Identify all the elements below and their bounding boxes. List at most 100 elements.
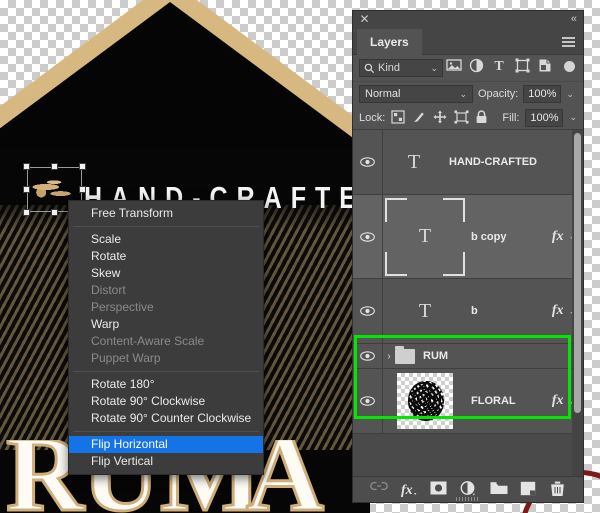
link-layers-icon[interactable] [369, 481, 388, 498]
layer-name-label[interactable]: HAND-CRAFTED [445, 156, 545, 168]
fill-input[interactable]: 100% [525, 108, 564, 127]
menu-item-distort: Distort [91, 283, 126, 297]
lock-artboard-nesting-icon[interactable] [454, 110, 469, 125]
layer-thumbnail[interactable]: T [383, 300, 467, 323]
panel-resize-grip[interactable] [456, 497, 480, 501]
transform-handle-nw[interactable] [23, 163, 30, 170]
smart-object-filter-icon[interactable] [538, 58, 558, 78]
menu-item-puppet-warp: Puppet Warp [91, 351, 161, 365]
menu-item-rotate[interactable]: Rotate [69, 248, 263, 265]
menu-item-rotate-90-ccw[interactable]: Rotate 90° Counter Clockwise [69, 410, 263, 427]
filter-kind-select[interactable]: Kind ⌄ [359, 59, 443, 77]
lock-position-icon[interactable] [433, 110, 448, 125]
opacity-label: Opacity: [478, 88, 519, 100]
delete-layer-icon[interactable] [550, 481, 567, 498]
menu-item-scale[interactable]: Scale [69, 231, 263, 248]
folder-icon [395, 345, 415, 364]
eye-icon [360, 351, 375, 361]
menu-item-free-transform[interactable]: Free Transform [69, 205, 263, 222]
collapse-panel-icon[interactable]: « [571, 13, 577, 26]
fill-chevron-down-icon[interactable]: ⌄ [569, 112, 577, 123]
chevron-down-icon: ⌄ [459, 88, 467, 99]
layer-thumbnail[interactable] [383, 373, 467, 429]
layer-row-floral[interactable]: FLORAL fx ⌄ [353, 369, 583, 434]
layer-name-label[interactable]: FLORAL [467, 395, 545, 407]
transform-handle-s[interactable] [51, 209, 58, 216]
transform-handle-ne[interactable] [79, 163, 86, 170]
blend-mode-select[interactable]: Normal ⌄ [359, 85, 473, 103]
layer-row-b[interactable]: T b fx ⌄ [353, 279, 583, 344]
eye-icon [360, 231, 375, 242]
chevron-down-icon: ⌄ [430, 62, 438, 73]
lock-all-icon[interactable] [475, 110, 490, 125]
layer-visibility-toggle[interactable] [353, 195, 383, 278]
layer-name-label[interactable]: b copy [467, 231, 545, 243]
layer-thumbnail[interactable]: T [383, 197, 467, 276]
transform-handle-sw[interactable] [23, 209, 30, 216]
add-layer-style-icon[interactable]: fx [400, 481, 417, 498]
menu-item-flip-vertical[interactable]: Flip Vertical [69, 453, 263, 470]
layer-style-fx-icon[interactable]: fx [552, 393, 564, 409]
floral-thumbnail-artwork [408, 381, 444, 421]
transform-context-menu[interactable]: Free Transform Scale Rotate Skew Distort… [68, 200, 264, 475]
menu-item-warp[interactable]: Warp [69, 316, 263, 333]
layer-filter-row: Kind ⌄ T [353, 55, 583, 82]
transform-handle-e[interactable] [79, 186, 86, 193]
filter-kind-label: Kind [378, 62, 401, 74]
eye-icon [360, 306, 375, 316]
opacity-chevron-down-icon[interactable]: ⌄ [566, 89, 574, 100]
menu-item-flip-horizontal[interactable]: Flip Horizontal [69, 436, 263, 453]
layer-row-hand-crafted[interactable]: T HAND-CRAFTED [353, 130, 583, 195]
filter-enable-toggle[interactable] [564, 60, 575, 77]
transform-handle-n[interactable] [51, 163, 58, 170]
layer-visibility-toggle[interactable] [353, 344, 383, 368]
layer-row-b-copy[interactable]: T b copy fx [353, 195, 583, 279]
layers-panel: ✕ « Layers Kind ⌄ T Normal ⌄ Opacity: 10… [352, 10, 584, 503]
menu-separator-1 [73, 226, 259, 227]
menu-separator-3 [73, 431, 259, 432]
expand-group-chevron-icon[interactable]: › [383, 351, 395, 362]
new-layer-icon[interactable] [520, 481, 537, 498]
close-icon[interactable]: ✕ [359, 13, 370, 25]
layer-style-fx-icon[interactable]: fx [552, 303, 564, 319]
lock-transparent-pixels-icon[interactable] [391, 110, 406, 125]
add-layer-mask-icon[interactable] [430, 481, 447, 498]
menu-item-rotate-90-cw[interactable]: Rotate 90° Clockwise [69, 393, 263, 410]
transform-handle-w[interactable] [23, 186, 30, 193]
menu-item-skew[interactable]: Skew [69, 265, 263, 282]
layer-list-scrollbar-thumb[interactable] [574, 133, 581, 413]
layer-name-label[interactable]: b [467, 305, 545, 317]
lock-image-pixels-icon[interactable] [412, 110, 427, 125]
panel-tab-row: Layers [353, 29, 583, 55]
layer-row-rum-group[interactable]: › RUM [353, 344, 583, 369]
type-layer-icon: T [407, 150, 421, 173]
layer-name-label[interactable]: RUM [415, 350, 545, 362]
layer-visibility-toggle[interactable] [353, 369, 383, 433]
adjustment-layer-filter-icon[interactable] [469, 58, 489, 78]
panel-menu-icon[interactable] [562, 37, 575, 47]
blend-mode-value: Normal [365, 88, 401, 100]
svg-text:T: T [494, 59, 504, 72]
layers-panel-footer: fx [353, 476, 583, 502]
shape-layer-filter-icon[interactable] [515, 58, 535, 78]
type-layer-icon: T [418, 299, 432, 322]
layer-visibility-toggle[interactable] [353, 130, 383, 194]
layer-visibility-toggle[interactable] [353, 279, 383, 343]
svg-text:fx: fx [401, 483, 413, 497]
layer-thumbnail[interactable]: T [383, 151, 445, 174]
new-adjustment-layer-icon[interactable] [460, 481, 477, 498]
layer-style-fx-icon[interactable]: fx [552, 229, 564, 245]
menu-item-content-aware-scale: Content-Aware Scale [91, 334, 205, 348]
layer-list[interactable]: T HAND-CRAFTED T b copy fx T b fx › RUM … [353, 130, 583, 476]
panel-titlebar: ✕ « [353, 11, 583, 29]
floral-thumbnail-image [397, 373, 453, 429]
tab-layers[interactable]: Layers [357, 29, 422, 55]
menu-item-rotate-180[interactable]: Rotate 180° [69, 376, 263, 393]
type-layer-filter-icon[interactable]: T [492, 58, 512, 78]
photoshop-screenshot: R U M A HAND-CRAFTED Free Transform Scal… [0, 0, 600, 513]
opacity-input[interactable]: 100% [523, 85, 562, 103]
new-group-icon[interactable] [490, 481, 507, 498]
lock-row: Lock: Fill: 100% ⌄ [353, 106, 583, 130]
eye-icon [360, 396, 375, 406]
pixel-layer-filter-icon[interactable] [446, 58, 466, 78]
